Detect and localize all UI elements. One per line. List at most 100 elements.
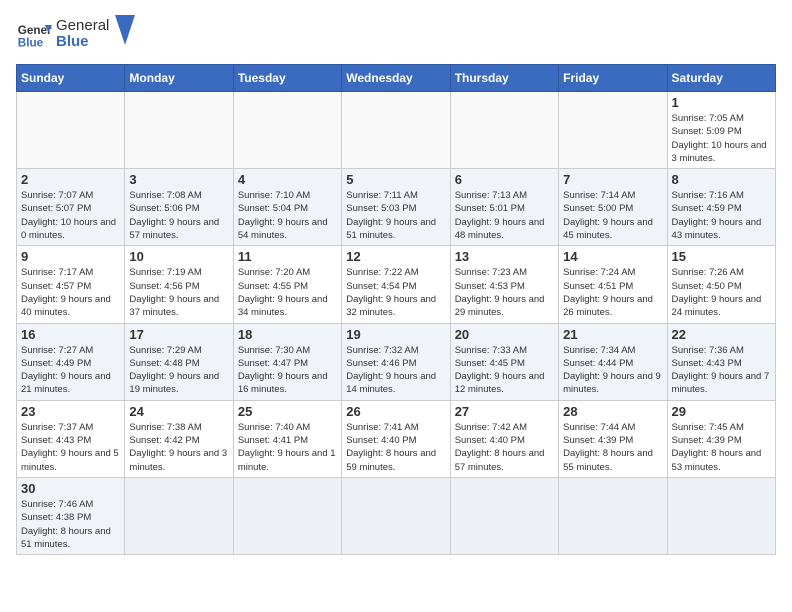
- calendar-day: 8 Sunrise: 7:16 AM Sunset: 4:59 PM Daylig…: [667, 169, 775, 246]
- calendar-day: 29 Sunrise: 7:45 AM Sunset: 4:39 PM Dayli…: [667, 400, 775, 477]
- day-info: Sunrise: 7:32 AM Sunset: 4:46 PM Dayligh…: [346, 344, 445, 397]
- day-info: Sunrise: 7:29 AM Sunset: 4:48 PM Dayligh…: [129, 344, 228, 397]
- day-info: Sunrise: 7:08 AM Sunset: 5:06 PM Dayligh…: [129, 189, 228, 242]
- calendar-day: 26 Sunrise: 7:41 AM Sunset: 4:40 PM Dayli…: [342, 400, 450, 477]
- calendar-day: [450, 92, 558, 169]
- day-info: Sunrise: 7:10 AM Sunset: 5:04 PM Dayligh…: [238, 189, 337, 242]
- calendar-week-4: 16 Sunrise: 7:27 AM Sunset: 4:49 PM Dayli…: [17, 323, 776, 400]
- day-number: 21: [563, 327, 662, 342]
- day-number: 18: [238, 327, 337, 342]
- day-number: 7: [563, 172, 662, 187]
- day-number: 16: [21, 327, 120, 342]
- day-info: Sunrise: 7:17 AM Sunset: 4:57 PM Dayligh…: [21, 266, 120, 319]
- calendar-day: [233, 477, 341, 554]
- weekday-header-sunday: Sunday: [17, 65, 125, 92]
- day-info: Sunrise: 7:13 AM Sunset: 5:01 PM Dayligh…: [455, 189, 554, 242]
- day-number: 28: [563, 404, 662, 419]
- calendar-day: [559, 477, 667, 554]
- day-number: 12: [346, 249, 445, 264]
- calendar-day: 3 Sunrise: 7:08 AM Sunset: 5:06 PM Daylig…: [125, 169, 233, 246]
- day-info: Sunrise: 7:45 AM Sunset: 4:39 PM Dayligh…: [672, 421, 771, 474]
- day-number: 23: [21, 404, 120, 419]
- calendar-day: 7Sunrise: 7:14 AM Sunset: 5:00 PM Daylig…: [559, 169, 667, 246]
- weekday-header-monday: Monday: [125, 65, 233, 92]
- day-number: 25: [238, 404, 337, 419]
- calendar-day: [667, 477, 775, 554]
- calendar-week-6: 30 Sunrise: 7:46 AM Sunset: 4:38 PM Dayli…: [17, 477, 776, 554]
- calendar-day: [125, 477, 233, 554]
- calendar-day: [450, 477, 558, 554]
- calendar-day: 4 Sunrise: 7:10 AM Sunset: 5:04 PM Daylig…: [233, 169, 341, 246]
- day-number: 4: [238, 172, 337, 187]
- svg-text:Blue: Blue: [18, 37, 44, 50]
- day-info: Sunrise: 7:41 AM Sunset: 4:40 PM Dayligh…: [346, 421, 445, 474]
- calendar-day: [342, 92, 450, 169]
- weekday-row: SundayMondayTuesdayWednesdayThursdayFrid…: [17, 65, 776, 92]
- calendar-day: 20Sunrise: 7:33 AM Sunset: 4:45 PM Dayli…: [450, 323, 558, 400]
- day-number: 10: [129, 249, 228, 264]
- day-info: Sunrise: 7:34 AM Sunset: 4:44 PM Dayligh…: [563, 344, 662, 397]
- calendar-day: 27Sunrise: 7:42 AM Sunset: 4:40 PM Dayli…: [450, 400, 558, 477]
- day-number: 13: [455, 249, 554, 264]
- calendar-day: [233, 92, 341, 169]
- weekday-header-saturday: Saturday: [667, 65, 775, 92]
- day-number: 5: [346, 172, 445, 187]
- calendar-day: [17, 92, 125, 169]
- day-info: Sunrise: 7:11 AM Sunset: 5:03 PM Dayligh…: [346, 189, 445, 242]
- calendar-day: 2 Sunrise: 7:07 AM Sunset: 5:07 PM Daylig…: [17, 169, 125, 246]
- day-info: Sunrise: 7:27 AM Sunset: 4:49 PM Dayligh…: [21, 344, 120, 397]
- day-info: Sunrise: 7:22 AM Sunset: 4:54 PM Dayligh…: [346, 266, 445, 319]
- day-info: Sunrise: 7:20 AM Sunset: 4:55 PM Dayligh…: [238, 266, 337, 319]
- calendar-day: 15Sunrise: 7:26 AM Sunset: 4:50 PM Dayli…: [667, 246, 775, 323]
- calendar-body: 1Sunrise: 7:05 AM Sunset: 5:09 PM Daylig…: [17, 92, 776, 555]
- day-number: 30: [21, 481, 120, 496]
- day-number: 3: [129, 172, 228, 187]
- calendar-day: 1Sunrise: 7:05 AM Sunset: 5:09 PM Daylig…: [667, 92, 775, 169]
- day-number: 15: [672, 249, 771, 264]
- calendar-day: 5 Sunrise: 7:11 AM Sunset: 5:03 PM Daylig…: [342, 169, 450, 246]
- day-number: 8: [672, 172, 771, 187]
- weekday-header-thursday: Thursday: [450, 65, 558, 92]
- day-info: Sunrise: 7:46 AM Sunset: 4:38 PM Dayligh…: [21, 498, 120, 551]
- logo: General Blue General Blue: [16, 16, 135, 52]
- calendar-day: 22 Sunrise: 7:36 AM Sunset: 4:43 PM Dayli…: [667, 323, 775, 400]
- day-number: 29: [672, 404, 771, 419]
- calendar-table: SundayMondayTuesdayWednesdayThursdayFrid…: [16, 64, 776, 555]
- day-number: 11: [238, 249, 337, 264]
- day-number: 14: [563, 249, 662, 264]
- calendar-week-1: 1Sunrise: 7:05 AM Sunset: 5:09 PM Daylig…: [17, 92, 776, 169]
- day-number: 19: [346, 327, 445, 342]
- day-info: Sunrise: 7:07 AM Sunset: 5:07 PM Dayligh…: [21, 189, 120, 242]
- day-info: Sunrise: 7:16 AM Sunset: 4:59 PM Dayligh…: [672, 189, 771, 242]
- calendar-day: 24Sunrise: 7:38 AM Sunset: 4:42 PM Dayli…: [125, 400, 233, 477]
- calendar-week-2: 2 Sunrise: 7:07 AM Sunset: 5:07 PM Daylig…: [17, 169, 776, 246]
- calendar-day: [125, 92, 233, 169]
- day-number: 26: [346, 404, 445, 419]
- day-info: Sunrise: 7:23 AM Sunset: 4:53 PM Dayligh…: [455, 266, 554, 319]
- calendar-day: 13 Sunrise: 7:23 AM Sunset: 4:53 PM Dayli…: [450, 246, 558, 323]
- day-number: 20: [455, 327, 554, 342]
- day-number: 1: [672, 95, 771, 110]
- day-info: Sunrise: 7:37 AM Sunset: 4:43 PM Dayligh…: [21, 421, 120, 474]
- calendar-day: 25 Sunrise: 7:40 AM Sunset: 4:41 PM Dayli…: [233, 400, 341, 477]
- day-number: 2: [21, 172, 120, 187]
- calendar-day: 11 Sunrise: 7:20 AM Sunset: 4:55 PM Dayli…: [233, 246, 341, 323]
- calendar-day: 9Sunrise: 7:17 AM Sunset: 4:57 PM Daylig…: [17, 246, 125, 323]
- day-info: Sunrise: 7:38 AM Sunset: 4:42 PM Dayligh…: [129, 421, 228, 474]
- day-info: Sunrise: 7:36 AM Sunset: 4:43 PM Dayligh…: [672, 344, 771, 397]
- weekday-header-friday: Friday: [559, 65, 667, 92]
- calendar-day: 16 Sunrise: 7:27 AM Sunset: 4:49 PM Dayli…: [17, 323, 125, 400]
- calendar-day: 10 Sunrise: 7:19 AM Sunset: 4:56 PM Dayli…: [125, 246, 233, 323]
- day-number: 22: [672, 327, 771, 342]
- calendar-day: 28Sunrise: 7:44 AM Sunset: 4:39 PM Dayli…: [559, 400, 667, 477]
- day-info: Sunrise: 7:40 AM Sunset: 4:41 PM Dayligh…: [238, 421, 337, 474]
- calendar-day: 23 Sunrise: 7:37 AM Sunset: 4:43 PM Dayli…: [17, 400, 125, 477]
- calendar-day: 19 Sunrise: 7:32 AM Sunset: 4:46 PM Dayli…: [342, 323, 450, 400]
- logo-icon: General Blue: [16, 16, 52, 52]
- day-info: Sunrise: 7:19 AM Sunset: 4:56 PM Dayligh…: [129, 266, 228, 319]
- calendar-day: [342, 477, 450, 554]
- calendar-day: 30 Sunrise: 7:46 AM Sunset: 4:38 PM Dayli…: [17, 477, 125, 554]
- day-number: 6: [455, 172, 554, 187]
- day-info: Sunrise: 7:30 AM Sunset: 4:47 PM Dayligh…: [238, 344, 337, 397]
- calendar-day: [559, 92, 667, 169]
